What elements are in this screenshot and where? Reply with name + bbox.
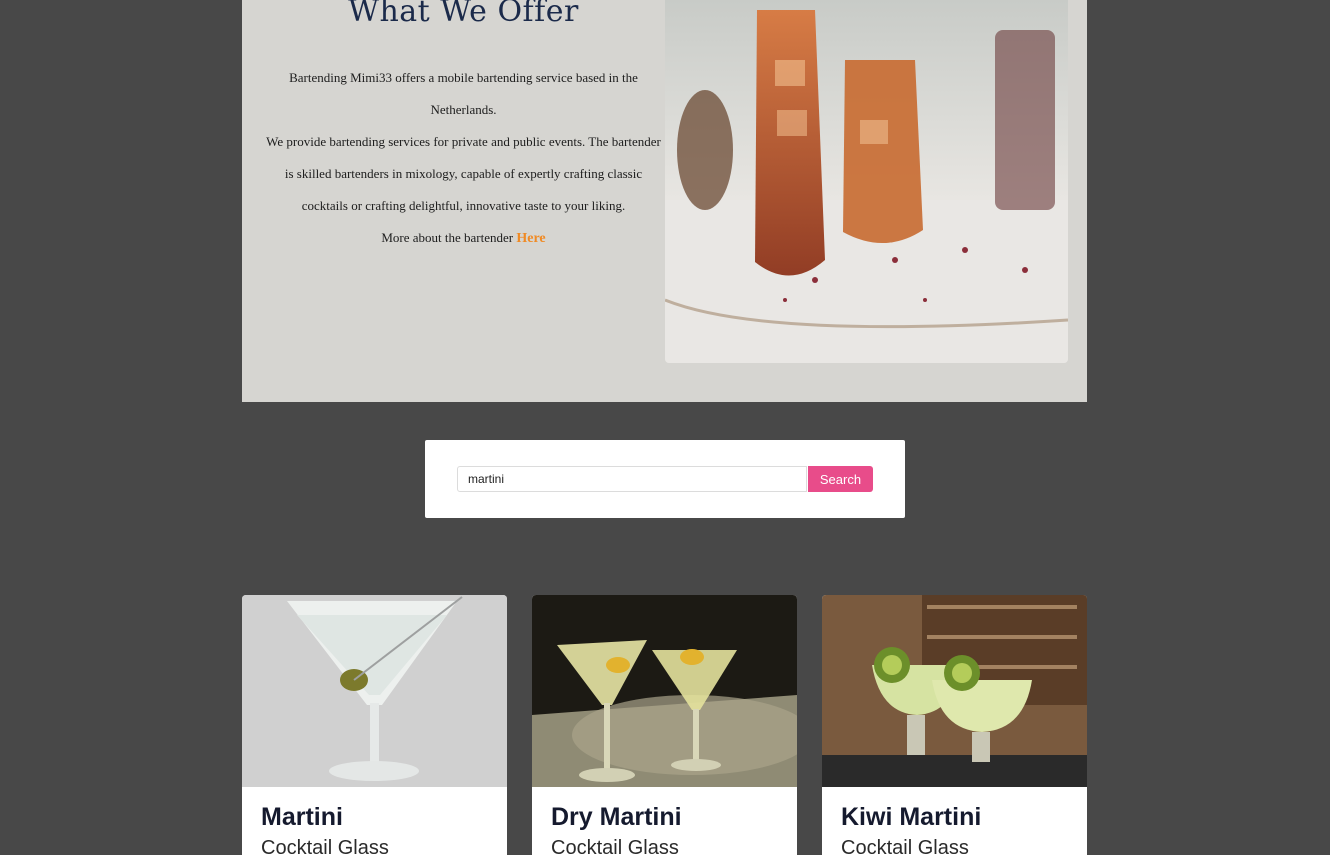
cocktail-card-kiwi-martini[interactable]: Kiwi Martini Cocktail Glass (822, 595, 1087, 855)
bartender-here-link[interactable]: Here (516, 231, 545, 246)
more-about-line: More about the bartender Here (262, 222, 665, 255)
search-panel: Search (425, 440, 905, 518)
search-button[interactable]: Search (808, 466, 873, 492)
cocktail-glass: Cocktail Glass (551, 837, 679, 855)
dry-martini-photo (532, 595, 797, 787)
more-about-text: More about the bartender (381, 230, 514, 245)
section-title: What We Offer (348, 0, 579, 29)
search-input[interactable] (457, 466, 807, 492)
what-we-offer-section: What We Offer Bartending Mimi33 offers a… (242, 0, 1087, 402)
offer-paragraph-1: Bartending Mimi33 offers a mobile barten… (289, 70, 638, 117)
cocktail-name: Dry Martini (551, 803, 682, 831)
cocktail-name: Martini (261, 803, 343, 831)
kiwi-martini-photo (822, 595, 1087, 787)
offer-description: Bartending Mimi33 offers a mobile barten… (262, 62, 665, 255)
cocktail-name: Kiwi Martini (841, 803, 982, 831)
offer-paragraph-2: We provide bartending services for priva… (266, 134, 661, 213)
cocktail-card-martini[interactable]: Martini Cocktail Glass (242, 595, 507, 855)
martini-photo (242, 595, 507, 787)
cocktail-drinks-photo (665, 0, 1068, 363)
cocktail-glass: Cocktail Glass (261, 837, 389, 855)
cocktail-glass: Cocktail Glass (841, 837, 969, 855)
cocktail-card-dry-martini[interactable]: Dry Martini Cocktail Glass (532, 595, 797, 855)
